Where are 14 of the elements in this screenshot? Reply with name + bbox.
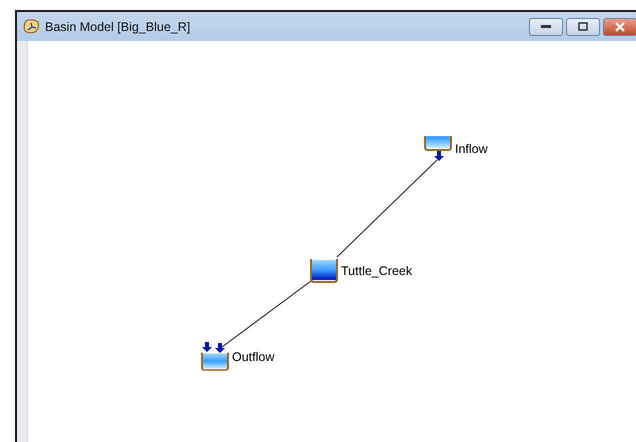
element-label: Inflow xyxy=(455,142,488,156)
element-label: Tuttle_Creek xyxy=(341,264,412,278)
maximize-button[interactable] xyxy=(566,18,600,36)
minimize-button[interactable] xyxy=(529,18,563,36)
reservoir-icon[interactable] xyxy=(309,258,339,284)
inflow-tank-icon[interactable] xyxy=(423,136,453,162)
outflow-tank-icon[interactable] xyxy=(200,342,230,372)
minimize-icon xyxy=(541,24,551,28)
maximize-icon xyxy=(578,22,588,31)
window-title: Basin Model [Big_Blue_R] xyxy=(45,20,192,34)
element-label: Outflow xyxy=(232,350,274,364)
basin-icon xyxy=(23,19,40,34)
close-button[interactable] xyxy=(603,18,636,36)
close-icon xyxy=(614,22,626,32)
